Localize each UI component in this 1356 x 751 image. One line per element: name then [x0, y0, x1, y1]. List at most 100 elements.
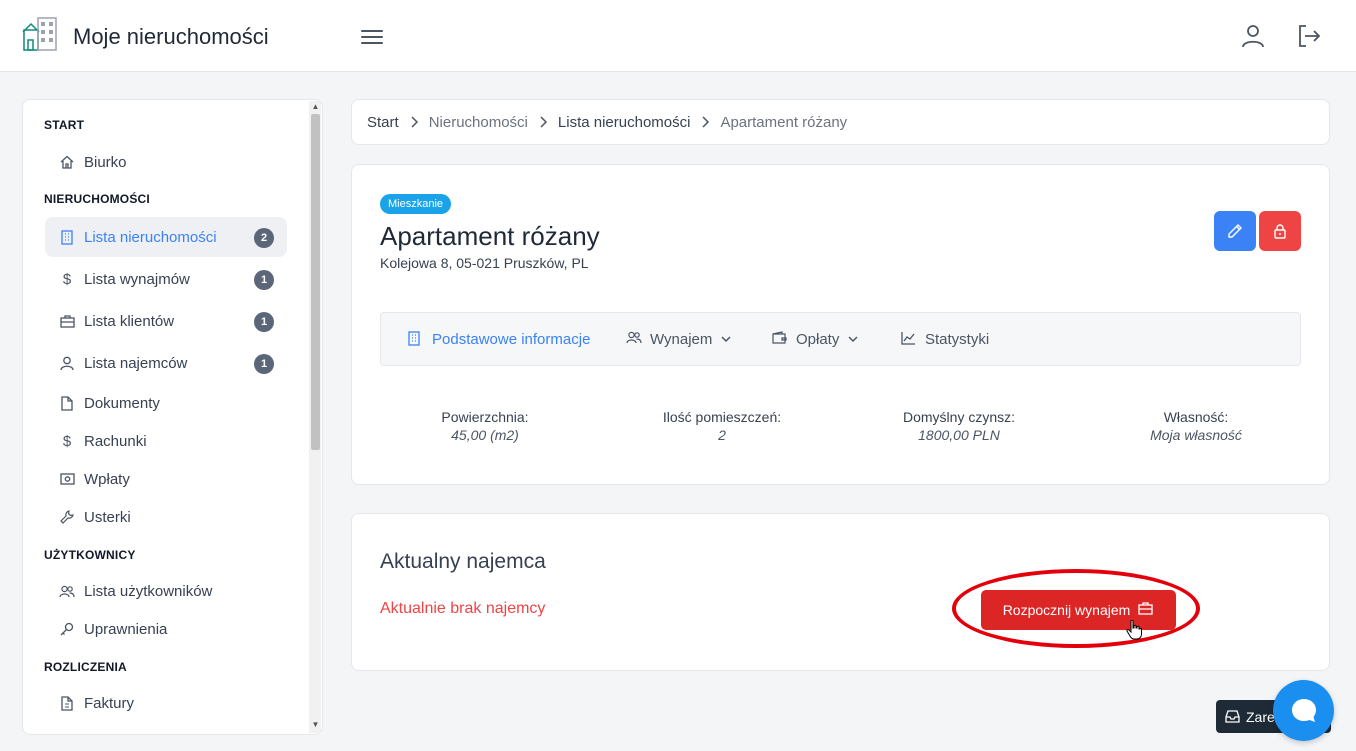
sidebar-scroll-thumb[interactable]: [311, 114, 320, 450]
sidebar-item-label: Dokumenty: [84, 394, 160, 412]
chevron-right-icon: [540, 116, 547, 128]
sidebar: START Biurko NIERUCHOMOŚCI Lista nieruch…: [22, 99, 323, 735]
breadcrumb-lista-nieruchomosci[interactable]: Lista nieruchomości: [558, 114, 691, 131]
edit-button[interactable]: [1214, 211, 1256, 251]
sidebar-section-nieruchomosci: NIERUCHOMOŚCI: [44, 192, 150, 206]
building-icon: [59, 229, 75, 245]
sidebar-item-label: Wpłaty: [84, 470, 130, 488]
stat-powierzchnia: Powierzchnia: 45,00 (m2): [385, 409, 585, 443]
chart-line-icon: [901, 331, 917, 347]
menu-toggle-button[interactable]: [358, 24, 386, 50]
user-icon: [59, 355, 75, 371]
property-address: Kolejowa 8, 05-021 Pruszków, PL: [380, 255, 589, 271]
stat-wlasnosc: Własność: Moja własność: [1096, 409, 1296, 443]
count-badge: 1: [254, 270, 274, 290]
stat-label: Domyślny czynsz:: [902, 409, 1016, 425]
sidebar-item-rachunki[interactable]: $ Rachunki: [45, 421, 287, 461]
key-icon: [59, 621, 75, 637]
tab-label: Podstawowe informacje: [432, 330, 591, 348]
breadcrumb: Start Nieruchomości Lista nieruchomości …: [351, 99, 1330, 145]
sidebar-section-rozliczenia: ROZLICZENIA: [44, 660, 127, 674]
lock-button[interactable]: [1259, 211, 1301, 251]
file-icon: [59, 395, 75, 411]
stat-label: Własność:: [1163, 409, 1229, 425]
building-icon: [408, 331, 424, 347]
inbox-icon: [1225, 709, 1241, 725]
top-bar: Moje nieruchomości: [0, 0, 1356, 72]
count-badge: 1: [254, 312, 274, 332]
sidebar-item-usterki[interactable]: Usterki: [45, 497, 287, 537]
logo-icon: [22, 17, 57, 51]
count-badge: 2: [254, 228, 274, 248]
sidebar-item-lista-nieruchomosci[interactable]: Lista nieruchomości 2: [45, 217, 287, 257]
sidebar-item-uprawnienia[interactable]: Uprawnienia: [45, 609, 287, 649]
stat-value: 1800,00 PLN: [918, 427, 1000, 443]
sidebar-item-label: Rachunki: [84, 432, 147, 450]
property-card: Mieszkanie Apartament różany Kolejowa 8,…: [351, 164, 1330, 485]
sidebar-item-label: Lista użytkowników: [84, 582, 213, 600]
hand-cursor-icon: [1126, 620, 1142, 640]
sidebar-item-lista-wynajmow[interactable]: $ Lista wynajmów 1: [45, 259, 287, 299]
sidebar-section-uzytkownicy: UŻYTKOWNICY: [44, 548, 136, 562]
sidebar-item-label: Faktury: [84, 694, 135, 712]
tenant-title: Aktualny najemca: [380, 550, 546, 573]
tab-label: Wynajem: [650, 330, 713, 348]
tab-wynajem[interactable]: Wynajem: [626, 313, 732, 365]
briefcase-icon: [59, 313, 75, 329]
tenant-empty-message: Aktualnie brak najemcy: [380, 600, 546, 617]
stat-value: 45,00 (m2): [451, 427, 519, 443]
chat-icon: [1291, 698, 1316, 722]
lock-icon: [1274, 224, 1286, 239]
sidebar-item-biurko[interactable]: Biurko: [45, 142, 287, 182]
sidebar-item-faktury[interactable]: Faktury: [45, 683, 287, 723]
chevron-down-icon: [720, 333, 732, 345]
property-tabs: Podstawowe informacje Wynajem Opłaty Sta…: [380, 312, 1301, 366]
home-icon: [59, 154, 75, 170]
profile-icon[interactable]: [1239, 22, 1267, 50]
sidebar-item-wplaty[interactable]: Wpłaty: [45, 459, 287, 499]
stat-value: 2: [718, 427, 726, 443]
users-icon: [626, 331, 642, 347]
sidebar-item-label: Lista klientów: [84, 312, 175, 330]
sidebar-item-label: Usterki: [84, 508, 131, 526]
sidebar-item-label: Uprawnienia: [84, 620, 168, 638]
stat-value: Moja własność: [1150, 427, 1242, 443]
sidebar-item-lista-uzytkownikow[interactable]: Lista użytkowników: [45, 571, 287, 611]
tenant-card: Aktualny najemca Aktualnie brak najemcy …: [351, 513, 1330, 671]
cash-icon: [59, 471, 75, 487]
app-title: Moje nieruchomości: [73, 24, 269, 49]
button-label: Rozpocznij wynajem: [1002, 602, 1131, 618]
logout-icon[interactable]: [1295, 22, 1323, 50]
scroll-down-arrow-icon[interactable]: ▼: [311, 720, 320, 729]
sidebar-item-lista-klientow[interactable]: Lista klientów 1: [45, 301, 287, 341]
sidebar-item-label: Lista wynajmów: [84, 270, 190, 288]
scroll-up-arrow-icon[interactable]: ▲: [311, 102, 320, 111]
stat-domyslny-czynsz: Domyślny czynsz: 1800,00 PLN: [859, 409, 1059, 443]
count-badge: 1: [254, 354, 274, 374]
breadcrumb-start[interactable]: Start: [367, 114, 399, 131]
sidebar-item-label: Biurko: [84, 153, 127, 171]
property-type-badge: Mieszkanie: [380, 194, 452, 214]
tab-label: Statystyki: [925, 330, 990, 348]
sidebar-item-lista-najemcow[interactable]: Lista najemców 1: [45, 343, 287, 383]
users-icon: [59, 583, 75, 599]
breadcrumb-current: Apartament różany: [720, 113, 848, 131]
stat-label: Powierzchnia:: [441, 409, 529, 425]
chevron-down-icon: [847, 333, 859, 345]
chat-widget-button[interactable]: [1273, 680, 1334, 741]
dollar-icon: $: [62, 432, 72, 450]
sidebar-item-dokumenty[interactable]: Dokumenty: [45, 383, 287, 423]
invoice-icon: [59, 695, 75, 711]
wallet-icon: [772, 331, 788, 347]
start-rental-button[interactable]: Rozpocznij wynajem: [981, 590, 1176, 630]
stat-ilosc-pomieszczen: Ilość pomieszczeń: 2: [622, 409, 822, 443]
dollar-icon: $: [62, 270, 72, 288]
tab-podstawowe-informacje[interactable]: Podstawowe informacje: [408, 313, 590, 365]
breadcrumb-nieruchomosci: Nieruchomości: [428, 113, 528, 131]
sidebar-item-label: Lista nieruchomości: [84, 228, 217, 246]
tab-statystyki[interactable]: Statystyki: [901, 313, 989, 365]
tab-oplaty[interactable]: Opłaty: [772, 313, 859, 365]
property-title: Apartament różany: [380, 221, 600, 251]
pencil-icon: [1228, 224, 1242, 238]
sidebar-item-label: Lista najemców: [84, 354, 188, 372]
